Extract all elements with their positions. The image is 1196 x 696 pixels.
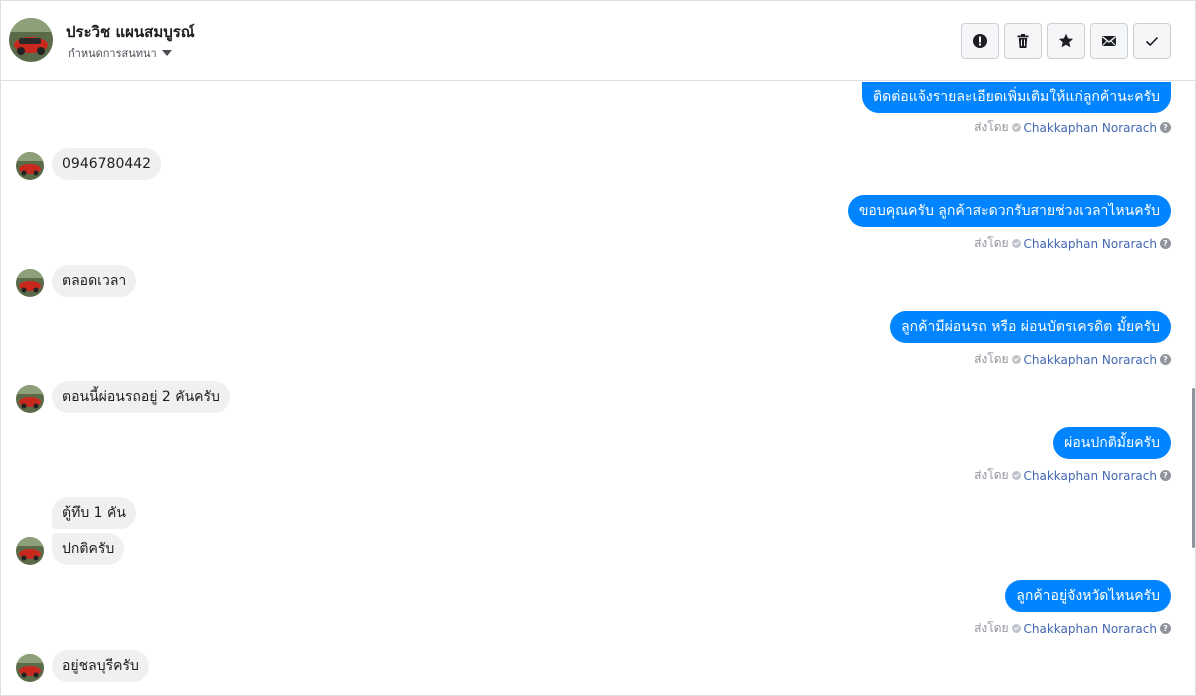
contact-name[interactable]: ประวิช แผนสมบูรณ์ [66, 20, 195, 44]
help-icon[interactable]: ? [1160, 470, 1171, 481]
sent-by-line: ส่งโดย Chakkaphan Norarach ? [974, 234, 1171, 253]
sent-by-label: ส่งโดย [974, 352, 1009, 366]
sent-by-line: ส่งโดย Chakkaphan Norarach ? [974, 118, 1171, 137]
contact-avatar-small[interactable] [16, 385, 44, 413]
agent-name-link[interactable]: Chakkaphan Norarach [1024, 237, 1157, 251]
help-icon[interactable]: ? [1160, 354, 1171, 365]
message-text: ปกติครับ [62, 541, 115, 557]
help-icon[interactable]: ? [1160, 122, 1171, 133]
outgoing-message[interactable]: ติดต่อแจ้งรายละเอียดเพิ่มเติมให้แก่ลูกค้… [862, 82, 1171, 113]
checkmark-icon [1145, 36, 1159, 47]
star-button[interactable] [1047, 23, 1085, 59]
agent-name-link[interactable]: Chakkaphan Norarach [1024, 121, 1157, 135]
outgoing-message[interactable]: ลูกค้ามีผ่อนรถ หรือ ผ่อนบัตรเครดิต มั้ยค… [890, 311, 1171, 343]
message-text: ลูกค้าอยู่จังหวัดไหนครับ [1016, 588, 1160, 604]
check-badge-icon [1011, 123, 1021, 132]
agent-name-link[interactable]: Chakkaphan Norarach [1024, 353, 1157, 367]
incoming-message[interactable]: ตลอดเวลา [52, 265, 137, 297]
alert-circle-icon [973, 34, 987, 48]
trash-icon [1017, 34, 1029, 48]
agent-name-link[interactable]: Chakkaphan Norarach [1024, 622, 1157, 636]
thread-scrollbar[interactable] [1192, 388, 1195, 548]
mark-spam-button[interactable] [961, 23, 999, 59]
message-text: ตู้ทึบ 1 คัน [62, 505, 126, 521]
delete-button[interactable] [1004, 23, 1042, 59]
check-badge-icon [1011, 239, 1021, 248]
sent-by-label: ส่งโดย [974, 468, 1009, 482]
incoming-message[interactable]: ตู้ทึบ 1 คัน [52, 497, 136, 529]
envelope-icon [1102, 36, 1116, 46]
header-actions [961, 23, 1171, 59]
conversation-status-label: กำหนดการสนทนา [68, 47, 157, 60]
message-text: ตอนนี้ผ่อนรถอยู่ 2 คันครับ [62, 389, 220, 405]
message-text: อยู่ชลบุรีครับ [62, 658, 139, 674]
sent-by-label: ส่งโดย [974, 236, 1009, 250]
help-icon[interactable]: ? [1160, 623, 1171, 634]
outgoing-message[interactable]: ผ่อนปกติมั้ยครับ [1053, 427, 1171, 459]
mark-done-button[interactable] [1133, 23, 1171, 59]
caret-down-icon [161, 50, 172, 56]
incoming-message[interactable]: ปกติครับ [52, 533, 125, 565]
message-text: ลูกค้ามีผ่อนรถ หรือ ผ่อนบัตรเครดิต มั้ยค… [901, 319, 1160, 335]
outgoing-message[interactable]: ขอบคุณครับ ลูกค้าสะดวกรับสายช่วงเวลาไหนค… [847, 195, 1171, 227]
mark-unread-button[interactable] [1090, 23, 1128, 59]
outgoing-message[interactable]: ลูกค้าอยู่จังหวัดไหนครับ [1005, 580, 1171, 612]
incoming-message[interactable]: ตอนนี้ผ่อนรถอยู่ 2 คันครับ [52, 381, 230, 413]
sent-by-label: ส่งโดย [974, 621, 1009, 635]
sent-by-line: ส่งโดย Chakkaphan Norarach ? [974, 466, 1171, 485]
help-icon[interactable]: ? [1160, 238, 1171, 249]
sent-by-line: ส่งโดย Chakkaphan Norarach ? [974, 619, 1171, 638]
message-text: ตลอดเวลา [62, 273, 127, 289]
message-text: ผ่อนปกติมั้ยครับ [1064, 435, 1160, 451]
contact-avatar-small[interactable] [16, 269, 44, 297]
inbox-conversation: ประวิช แผนสมบูรณ์ กำหนดการสนทนา ติดต่อแจ… [0, 0, 1196, 696]
sent-by-line: ส่งโดย Chakkaphan Norarach ? [974, 350, 1171, 369]
contact-avatar-small[interactable] [16, 654, 44, 682]
contact-avatar[interactable] [9, 18, 53, 62]
incoming-message[interactable]: อยู่ชลบุรีครับ [52, 650, 149, 682]
conversation-header: ประวิช แผนสมบูรณ์ กำหนดการสนทนา [1, 1, 1195, 81]
message-text: ขอบคุณครับ ลูกค้าสะดวกรับสายช่วงเวลาไหนค… [858, 203, 1160, 219]
sent-by-label: ส่งโดย [974, 120, 1009, 134]
message-thread[interactable]: ติดต่อแจ้งรายละเอียดเพิ่มเติมให้แก่ลูกค้… [1, 82, 1195, 696]
agent-name-link[interactable]: Chakkaphan Norarach [1024, 469, 1157, 483]
star-icon [1058, 33, 1074, 48]
incoming-message[interactable]: 0946780442 [52, 148, 162, 180]
conversation-status-dropdown[interactable]: กำหนดการสนทนา [68, 44, 172, 62]
contact-avatar-small[interactable] [16, 152, 44, 180]
check-badge-icon [1011, 355, 1021, 364]
contact-avatar-small[interactable] [16, 537, 44, 565]
check-badge-icon [1011, 471, 1021, 480]
message-text: 0946780442 [62, 156, 152, 172]
message-text: ติดต่อแจ้งรายละเอียดเพิ่มเติมให้แก่ลูกค้… [873, 89, 1160, 105]
check-badge-icon [1011, 624, 1021, 633]
